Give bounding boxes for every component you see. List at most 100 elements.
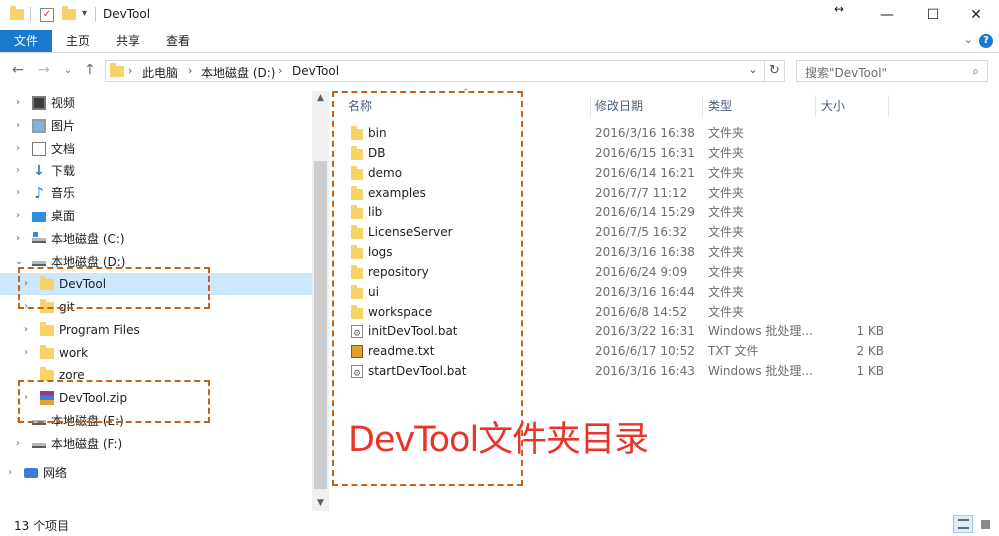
expand-icon[interactable]: › [16,160,20,182]
expand-icon[interactable]: › [24,319,28,341]
nav-item-git[interactable]: › git [0,296,312,318]
column-header-size[interactable]: 大小 [817,95,887,117]
nav-item-zore[interactable]: zore [0,364,312,386]
tab-file[interactable]: 文件 [0,30,52,52]
expand-icon[interactable]: › [16,92,20,114]
list-item[interactable]: examples 2016/7/7 11:12 文件夹 [330,183,999,203]
folder-icon [351,225,363,239]
minimize-button[interactable]: — [864,0,910,30]
collapse-icon[interactable]: ⌄ [15,251,23,273]
nav-item-documents[interactable]: › 文档 [0,138,312,160]
new-folder-icon[interactable] [62,6,76,24]
list-item[interactable]: DB 2016/6/15 16:31 文件夹 [330,143,999,163]
column-divider[interactable] [815,95,816,117]
list-item[interactable]: bin 2016/3/16 16:38 文件夹 [330,123,999,143]
expand-icon[interactable]: › [16,205,20,227]
list-item[interactable]: readme.txt 2016/6/17 10:52 TXT 文件 2 KB [330,341,999,361]
column-divider[interactable] [888,95,889,117]
file-size: 2 KB [856,344,884,358]
expand-icon[interactable]: › [16,182,20,204]
nav-item-desktop[interactable]: › 桌面 [0,205,312,227]
up-icon[interactable]: ↑ [84,62,96,78]
list-item[interactable]: demo 2016/6/14 16:21 文件夹 [330,163,999,183]
column-header-type[interactable]: 类型 [704,95,814,117]
address-dropdown-icon[interactable]: ⌄ [744,63,762,76]
column-header-date[interactable]: 修改日期 [591,95,701,117]
expand-icon[interactable]: › [16,228,20,250]
maximize-button[interactable]: ☐ [910,0,956,30]
list-item[interactable]: LicenseServer 2016/7/5 16:32 文件夹 [330,222,999,242]
nav-item-label: 本地磁盘 (D:) [51,255,126,269]
recent-locations-icon[interactable]: ⌄ [64,65,72,76]
properties-icon[interactable]: ✓ [40,8,54,22]
breadcrumb-this-pc[interactable]: 此电脑 [142,64,178,81]
nav-item-videos[interactable]: › 视频 [0,92,312,114]
nav-item-label: zore [59,368,85,382]
nav-item-devtool-zip[interactable]: › DevTool.zip [0,387,312,409]
list-item[interactable]: ui 2016/3/16 16:44 文件夹 [330,282,999,302]
tab-share[interactable]: 共享 [108,30,148,52]
search-input[interactable]: 搜索"DevTool" ⌕ [796,60,988,82]
expand-icon[interactable]: › [16,115,20,137]
list-item[interactable]: workspace 2016/6/8 14:52 文件夹 [330,302,999,322]
list-item[interactable]: repository 2016/6/24 9:09 文件夹 [330,262,999,282]
details-view-button[interactable] [953,515,973,533]
folder-icon [351,166,363,180]
navigation-scrollbar[interactable]: ▲ ▼ [312,91,329,511]
expand-icon[interactable]: › [16,138,20,160]
expand-icon[interactable]: › [24,273,28,295]
breadcrumb-drive-d[interactable]: 本地磁盘 (D:) [201,64,275,81]
nav-item-program-files[interactable]: › Program Files [0,319,312,341]
tab-home[interactable]: 主页 [58,30,98,52]
file-name: logs [368,245,393,259]
nav-item-drive-e[interactable]: › 本地磁盘 (E:) [0,410,312,432]
breadcrumb-separator-icon[interactable]: › [128,64,132,77]
list-item[interactable]: startDevTool.bat 2016/3/16 16:43 Windows… [330,361,999,384]
list-item[interactable]: initDevTool.bat 2016/3/22 16:31 Windows … [330,321,999,344]
list-item[interactable]: lib 2016/6/14 15:29 文件夹 [330,202,999,222]
column-divider[interactable] [702,95,703,117]
expand-ribbon-icon[interactable]: ⌄ [964,33,973,46]
tab-view[interactable]: 查看 [158,30,198,52]
zip-icon [40,391,54,405]
scrollbar-thumb[interactable] [314,161,327,489]
nav-item-downloads[interactable]: › ↓ 下载 [0,160,312,182]
nav-item-devtool[interactable]: › DevTool [0,273,312,295]
file-type: 文件夹 [708,285,745,299]
nav-item-music[interactable]: › ♪ 音乐 [0,182,312,204]
address-bar[interactable]: › 此电脑 › 本地磁盘 (D:) › DevTool ⌄ ↻ [105,60,785,82]
scroll-down-icon[interactable]: ▼ [312,498,329,508]
expand-icon[interactable]: › [8,462,12,484]
nav-item-pictures[interactable]: › 图片 [0,115,312,137]
list-item[interactable]: logs 2016/3/16 16:38 文件夹 [330,242,999,262]
back-icon[interactable]: ← [12,62,24,78]
close-button[interactable]: ✕ [953,0,999,30]
breadcrumb-separator-icon[interactable]: › [188,64,192,77]
expand-icon[interactable]: › [16,410,20,432]
forward-icon[interactable]: → [38,62,50,78]
nav-item-drive-f[interactable]: › 本地磁盘 (F:) [0,433,312,455]
folder-icon [40,299,54,313]
column-header-name[interactable]: 名称 [344,95,592,117]
scroll-up-icon[interactable]: ▲ [312,93,329,103]
file-date: 2016/6/15 16:31 [595,146,695,160]
file-size: 1 KB [856,324,884,338]
file-type: Windows 批处理... [708,364,813,378]
expand-icon[interactable]: › [16,433,20,455]
nav-item-work[interactable]: › work [0,342,312,364]
nav-item-network[interactable]: › 网络 [0,462,312,484]
nav-item-drive-d[interactable]: ⌄ 本地磁盘 (D:) [0,251,312,273]
breadcrumb-devtool[interactable]: DevTool [292,64,339,78]
refresh-icon[interactable]: ↻ [764,61,784,81]
expand-icon[interactable]: › [24,296,28,318]
expand-icon[interactable]: › [24,342,28,364]
nav-item-label: 文档 [51,142,76,156]
folder-icon [40,276,54,290]
help-icon[interactable]: ? [979,34,993,48]
file-type: TXT 文件 [708,344,759,358]
breadcrumb-separator-icon[interactable]: › [278,64,282,77]
customize-toolbar-icon[interactable]: ▾ [82,8,87,26]
expand-icon[interactable]: › [24,387,28,409]
large-icons-view-button[interactable] [975,515,995,533]
nav-item-drive-c[interactable]: › 本地磁盘 (C:) [0,228,312,250]
